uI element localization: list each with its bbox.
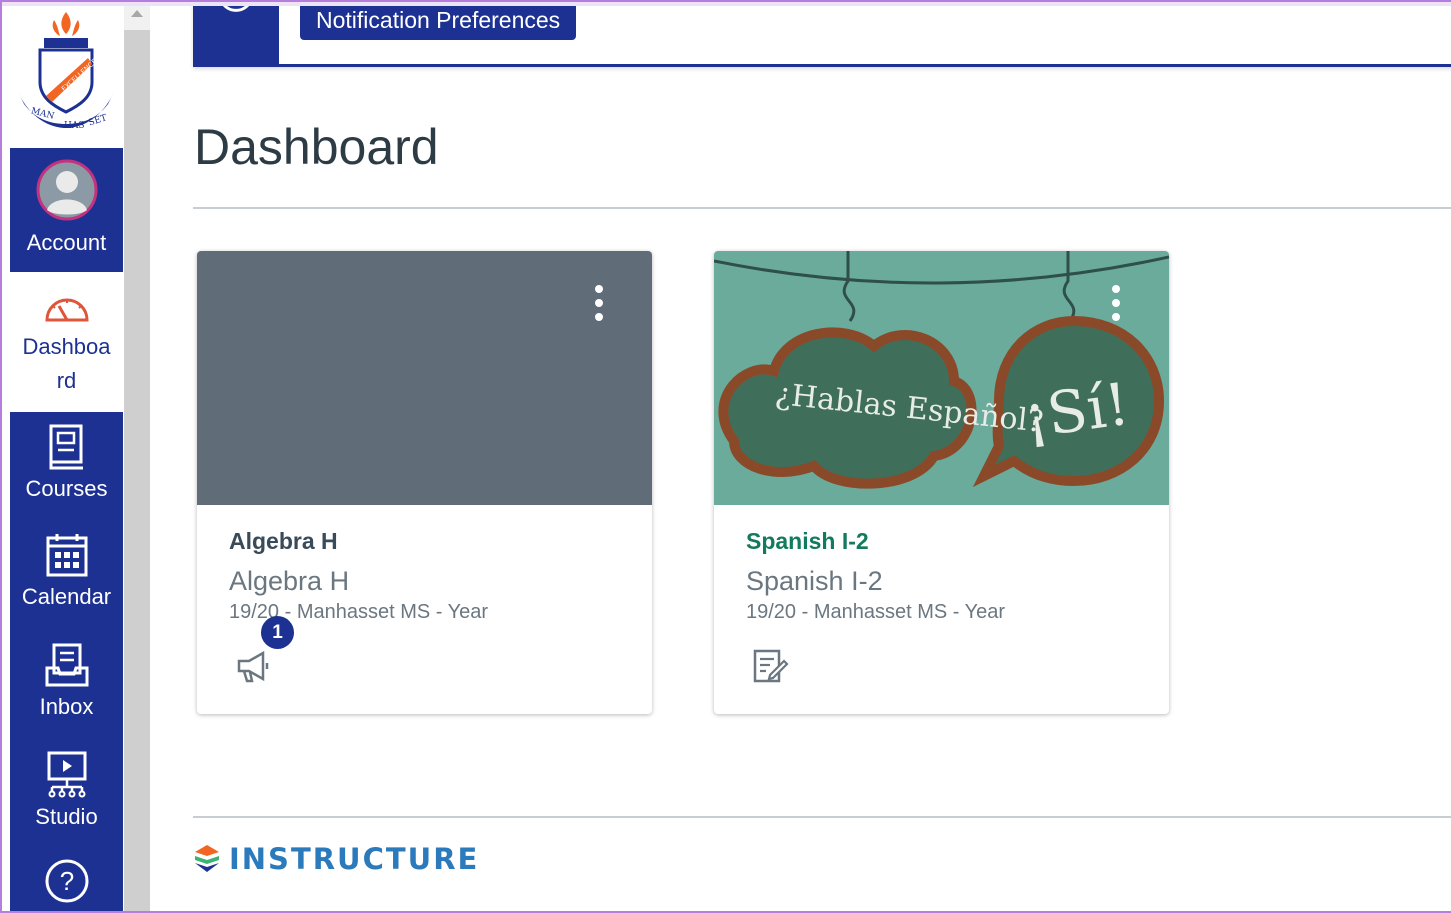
announcements-button[interactable] (233, 647, 273, 687)
svg-text:SET: SET (87, 113, 108, 128)
nav-label-account: Account (26, 230, 107, 255)
courses-icon (49, 424, 83, 470)
nav-label-studio: Studio (35, 804, 98, 829)
notification-banner: Notification Preferences (193, 0, 1451, 67)
nav-label-dashboard-line2: rd (56, 368, 77, 393)
title-divider (193, 207, 1451, 209)
nav-label-dashboard-line1: Dashboa (22, 334, 111, 359)
calendar-icon (46, 534, 87, 577)
course-card-hero[interactable] (197, 251, 652, 505)
course-long-name: Spanish I-2 (746, 566, 883, 596)
window-top-strip (0, 0, 1451, 6)
nav-label-calendar: Calendar (21, 584, 112, 609)
assignments-button[interactable] (750, 647, 790, 687)
announcement-icon (237, 650, 269, 683)
hero-text-si: ¡Sí! (1020, 370, 1133, 452)
nav-item-inbox[interactable]: Inbox (10, 640, 123, 740)
nav-item-account[interactable]: Account (10, 148, 123, 272)
global-nav: EXCELLENCE MAN HAS SET Account Dashboa r… (10, 0, 123, 913)
course-card-hero[interactable]: ¿Hablas Español? ¡Sí! (714, 251, 1169, 505)
course-card-algebra[interactable]: Algebra H Algebra H 19/20 - Manhasset MS… (197, 251, 652, 714)
course-short-name[interactable]: Algebra H (229, 528, 338, 555)
svg-text:HAS: HAS (64, 121, 85, 131)
nav-item-courses[interactable]: Courses (10, 420, 123, 520)
nav-label-inbox: Inbox (39, 694, 94, 719)
vertical-scrollbar[interactable] (124, 0, 150, 913)
school-logo[interactable]: EXCELLENCE MAN HAS SET (10, 0, 123, 148)
card-options-icon[interactable] (593, 285, 605, 325)
card-options-icon[interactable] (1110, 285, 1122, 325)
page-title: Dashboard (194, 119, 439, 175)
dashboard-icon (44, 298, 89, 322)
footer-divider (193, 816, 1451, 818)
avatar-icon (36, 159, 97, 221)
inbox-icon (45, 643, 88, 687)
instructure-wordmark[interactable]: INSTRUCTURE (229, 842, 479, 876)
nav-item-calendar[interactable]: Calendar (10, 530, 123, 630)
nav-item-help[interactable]: ? (10, 856, 123, 906)
svg-text:?: ? (59, 866, 73, 896)
course-card-spanish[interactable]: ¿Hablas Español? ¡Sí! Spanish I-2 Spanis… (714, 251, 1169, 714)
studio-icon (47, 751, 86, 798)
nav-item-dashboard[interactable]: Dashboa rd (10, 272, 123, 412)
notification-preferences-button[interactable]: Notification Preferences (300, 0, 577, 40)
school-crest-icon: EXCELLENCE MAN HAS SET (18, 12, 114, 131)
nav-label-courses: Courses (25, 476, 108, 501)
course-term: 19/20 - Manhasset MS - Year (746, 601, 1006, 623)
spanish-hero-image: ¿Hablas Español? ¡Sí! (714, 251, 1169, 489)
instructure-logo-icon[interactable] (193, 843, 221, 873)
course-short-name[interactable]: Spanish I-2 (746, 528, 869, 555)
assignment-icon (753, 649, 789, 683)
banner-icon-box (193, 0, 279, 64)
unread-count-badge: 1 (261, 616, 294, 649)
nav-item-studio[interactable]: Studio (10, 748, 123, 848)
course-long-name: Algebra H (229, 566, 350, 596)
help-icon: ? (45, 859, 88, 903)
